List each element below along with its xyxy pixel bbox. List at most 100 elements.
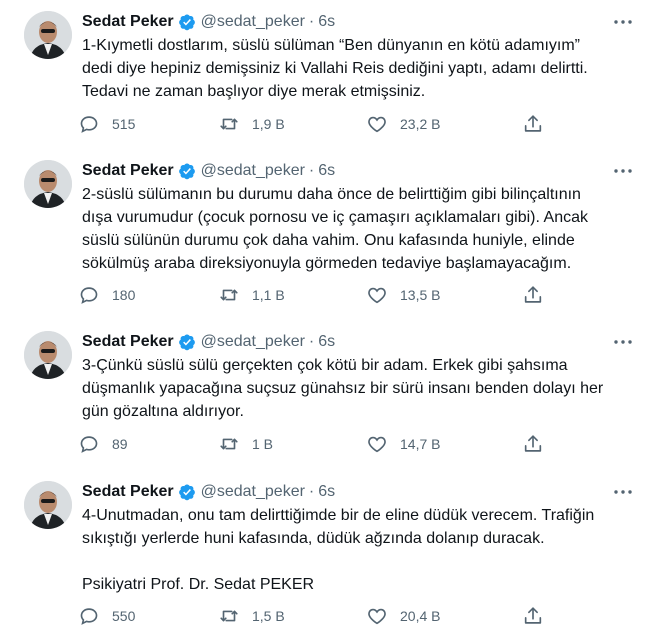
share-icon: [524, 607, 542, 624]
avatar-image: [24, 11, 72, 59]
tweet-header: Sedat Peker @sedat_peker · 6s: [82, 160, 335, 182]
retweet-button[interactable]: 1,5 B: [218, 605, 285, 627]
heart-icon: [368, 608, 386, 625]
tweet-line: 3-Çünkü süslü sülü gerçekten çok kötü bi…: [82, 357, 568, 374]
avatar[interactable]: [24, 11, 72, 59]
tweet-text: 3-Çünkü süslü sülü gerçekten çok kötü bi…: [82, 354, 630, 423]
reply-icon: [80, 287, 98, 304]
author-handle[interactable]: @sedat_peker: [201, 333, 305, 351]
tweet-header: Sedat Peker @sedat_peker · 6s: [82, 331, 335, 353]
heart-icon: [368, 287, 386, 304]
like-count: 13,5 B: [400, 287, 441, 303]
tweet-actions: 180 1,1 B 13,5 B: [78, 284, 558, 306]
reply-icon: [80, 116, 98, 133]
verified-badge-icon: [178, 163, 195, 180]
avatar[interactable]: [24, 481, 72, 529]
tweet-line: 2-süslü sülümanın bu durumu daha önce de…: [82, 186, 581, 203]
author-handle[interactable]: @sedat_peker: [201, 483, 305, 501]
tweet-text: 2-süslü sülümanın bu durumu daha önce de…: [82, 183, 630, 275]
avatar[interactable]: [24, 331, 72, 379]
tweet-header: Sedat Peker @sedat_peker · 6s: [82, 481, 335, 503]
retweet-button[interactable]: 1,9 B: [218, 113, 285, 135]
reply-count: 515: [112, 116, 136, 132]
separator-dot: ·: [308, 13, 315, 30]
avatar[interactable]: [24, 160, 72, 208]
like-count: 14,7 B: [400, 436, 441, 452]
reply-count: 550: [112, 608, 136, 624]
tweet[interactable]: Sedat Peker @sedat_peker · 6s 3-Çünkü sü…: [0, 331, 650, 461]
avatar-image: [24, 331, 72, 379]
reply-button[interactable]: 550: [78, 605, 135, 627]
like-button[interactable]: 23,2 B: [366, 113, 440, 135]
retweet-button[interactable]: 1,1 B: [218, 284, 285, 306]
verified-badge-icon: [178, 484, 195, 501]
share-button[interactable]: [522, 284, 544, 306]
tweet-line: 4-Unutmadan, onu tam delirttiğimde bir d…: [82, 507, 595, 524]
separator-dot: ·: [308, 333, 315, 350]
like-button[interactable]: 14,7 B: [366, 433, 440, 455]
tweet-actions: 89 1 B 14,7 B: [78, 433, 558, 455]
reply-button[interactable]: 515: [78, 113, 135, 135]
retweet-button[interactable]: 1 B: [218, 433, 273, 455]
timestamp[interactable]: 6s: [318, 13, 335, 31]
timestamp[interactable]: 6s: [318, 333, 335, 351]
tweet-line: süslü sülünün durumu çok daha vahim. Onu…: [82, 232, 575, 249]
reply-button[interactable]: 180: [78, 284, 135, 306]
author-handle[interactable]: @sedat_peker: [201, 162, 305, 180]
timestamp[interactable]: 6s: [318, 162, 335, 180]
tweet-actions: 515 1,9 B 23,2 B: [78, 113, 558, 135]
reply-button[interactable]: 89: [78, 433, 128, 455]
author-name[interactable]: Sedat Peker: [82, 162, 174, 180]
tweet-line: [82, 550, 630, 573]
reply-icon: [80, 608, 98, 625]
tweet-actions: 550 1,5 B 20,4 B: [78, 605, 558, 627]
reply-count: 89: [112, 436, 128, 452]
retweet-count: 1,1 B: [252, 287, 285, 303]
like-count: 20,4 B: [400, 608, 441, 624]
tweet[interactable]: Sedat Peker @sedat_peker · 6s 4-Unutmada…: [0, 481, 650, 631]
retweet-icon: [220, 289, 238, 301]
heart-icon: [368, 436, 386, 453]
author-handle[interactable]: @sedat_peker: [201, 13, 305, 31]
verified-badge-icon: [178, 14, 195, 31]
author-name[interactable]: Sedat Peker: [82, 333, 174, 351]
tweet-text: 1-Kıymetli dostlarım, süslü sülüman “Ben…: [82, 34, 630, 103]
more-options-icon[interactable]: [612, 483, 634, 501]
share-icon: [524, 286, 542, 303]
share-icon: [524, 435, 542, 452]
tweet-line: düşmanlık yapacağına suçsuz günahsız bir…: [82, 380, 604, 397]
avatar-image: [24, 481, 72, 529]
retweet-icon: [220, 610, 238, 622]
tweet[interactable]: Sedat Peker @sedat_peker · 6s 1-Kıymetli…: [0, 11, 650, 141]
share-icon: [524, 115, 542, 132]
retweet-count: 1,9 B: [252, 116, 285, 132]
avatar-image: [24, 160, 72, 208]
tweet-line: dışa vurumudur (çocuk pornosu ve iç çama…: [82, 209, 588, 226]
timestamp[interactable]: 6s: [318, 483, 335, 501]
retweet-count: 1 B: [252, 436, 274, 452]
separator-dot: ·: [308, 162, 315, 179]
share-button[interactable]: [522, 113, 544, 135]
author-name[interactable]: Sedat Peker: [82, 13, 174, 31]
tweet-line: sıkıştığı yerlerde huni kafasında, düdük…: [82, 530, 545, 547]
tweet[interactable]: Sedat Peker @sedat_peker · 6s 2-süslü sü…: [0, 160, 650, 310]
retweet-count: 1,5 B: [252, 608, 285, 624]
tweet-line: Psikiyatri Prof. Dr. Sedat PEKER: [82, 576, 315, 593]
reply-count: 180: [112, 287, 136, 303]
like-button[interactable]: 20,4 B: [366, 605, 440, 627]
more-options-icon[interactable]: [612, 13, 634, 31]
heart-icon: [368, 116, 386, 133]
tweet-line: Tedavi ne zaman başlıyor diye merak etmi…: [82, 83, 426, 100]
tweet-header: Sedat Peker @sedat_peker · 6s: [82, 11, 335, 33]
share-button[interactable]: [522, 605, 544, 627]
author-name[interactable]: Sedat Peker: [82, 483, 174, 501]
retweet-icon: [220, 118, 238, 130]
tweet-line: gün gözaltına aldırıyor.: [82, 403, 244, 420]
tweet-line: 1-Kıymetli dostlarım, süslü sülüman “Ben…: [82, 37, 580, 54]
share-button[interactable]: [522, 433, 544, 455]
like-button[interactable]: 13,5 B: [366, 284, 440, 306]
more-options-icon[interactable]: [612, 162, 634, 180]
more-options-icon[interactable]: [612, 333, 634, 351]
tweet-line: dedi diye hepiniz demişsiniz ki Vallahi …: [82, 60, 588, 77]
reply-icon: [80, 436, 98, 453]
